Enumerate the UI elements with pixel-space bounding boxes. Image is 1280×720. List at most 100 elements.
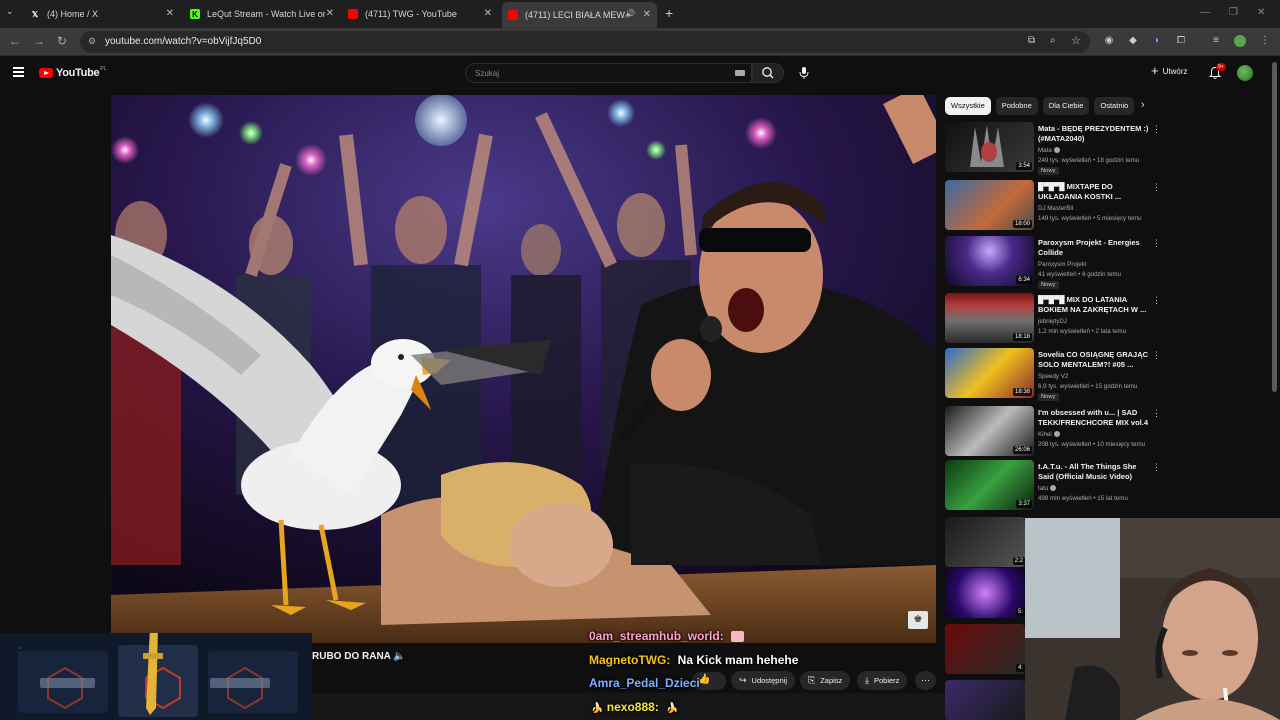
recommendation-item[interactable]: 18:38 Sovelia CO OSIĄGNĘ GRAJĄC SOLO MEN…: [945, 348, 1165, 402]
reload-icon[interactable]: ↻: [57, 34, 67, 48]
close-icon[interactable]: ✕: [484, 8, 492, 19]
chat-username: MagnetoTWG:: [589, 653, 671, 667]
channel-name[interactable]: Speedy V2: [1038, 373, 1068, 380]
share-button[interactable]: ↪ Udostępnij: [731, 671, 795, 690]
tab-kick-stream[interactable]: K LeQut Stream - Watch Live on Kick ✕: [190, 4, 340, 24]
video-title[interactable]: t.A.T.u. - All The Things She Said (Offi…: [1038, 462, 1150, 482]
youtube-logo[interactable]: YouTube PL: [39, 66, 106, 79]
recommendation-item[interactable]: 26:06 I'm obsessed with u... | SAD TEKK/…: [945, 406, 1165, 460]
video-player[interactable]: [111, 95, 936, 643]
page-scrollbar[interactable]: [1272, 62, 1277, 392]
video-title[interactable]: █▀█▀█ MIX DO LATANIA BOKIEM NA ZAKRĘTACH…: [1038, 295, 1150, 315]
search-input[interactable]: [475, 69, 725, 78]
recommendation-item[interactable]: 3:37 t.A.T.u. - All The Things She Said …: [945, 460, 1165, 514]
tab-search-icon[interactable]: ⌄: [6, 6, 14, 17]
chip-related[interactable]: Podobne: [995, 97, 1038, 115]
download-button[interactable]: ⤓ Pobierz: [857, 671, 908, 690]
video-duration: 18:00: [1012, 220, 1032, 228]
video-thumbnail[interactable]: 6:34: [945, 236, 1034, 286]
recommendation-item[interactable]: 2:2: [945, 517, 1025, 571]
channel-name[interactable]: Mata: [1038, 147, 1060, 154]
video-thumbnail[interactable]: 4:: [945, 624, 1025, 674]
save-button[interactable]: ⎘ Zapisz: [800, 671, 851, 690]
recommendation-item[interactable]: 18:18 █▀█▀█ MIX DO LATANIA BOKIEM NA ZAK…: [945, 293, 1165, 347]
hamburger-menu-icon[interactable]: [13, 67, 24, 77]
video-thumbnail[interactable]: 18:38: [945, 348, 1034, 398]
chip-recent[interactable]: Ostatnio: [1094, 97, 1135, 115]
channel-name-text[interactable]: Mata: [1038, 147, 1052, 154]
channel-name[interactable]: DJ MasterBit: [1038, 205, 1073, 212]
video-title[interactable]: Sovelia CO OSIĄGNĘ GRAJĄC SOLO MENTALEM?…: [1038, 350, 1150, 370]
microphone-icon[interactable]: [797, 66, 811, 80]
video-title[interactable]: I'm obsessed with u... | SAD TEKK/FRENCH…: [1038, 408, 1150, 428]
video-thumbnail[interactable]: 3:37: [945, 460, 1034, 510]
new-tab-button[interactable]: +: [665, 5, 673, 21]
maximize-button[interactable]: ❐: [1229, 7, 1238, 18]
video-thumbnail[interactable]: 5:: [945, 568, 1025, 618]
close-icon[interactable]: ✕: [326, 8, 334, 19]
bookmark-star-icon[interactable]: ☆: [1071, 34, 1081, 47]
channel-name[interactable]: Kihel: [1038, 431, 1060, 438]
video-title-text: RUBO DO RANA: [312, 651, 391, 662]
channel-watermark[interactable]: ♚: [908, 611, 928, 629]
video-title[interactable]: Paroxysm Projekt - Energies Collide: [1038, 238, 1150, 258]
recommendation-item[interactable]: 3:54 Mata - BĘDĘ PREZYDENTEM :) (#MATA20…: [945, 122, 1165, 176]
channel-name[interactable]: Paroxysm Projekt: [1038, 261, 1086, 268]
account-avatar[interactable]: [1237, 65, 1253, 81]
extension-icon[interactable]: ◆: [1127, 35, 1139, 47]
video-title[interactable]: Mata - BĘDĘ PREZYDENTEM :) (#MATA2040): [1038, 124, 1150, 144]
chip-for-you[interactable]: Dla Ciebie: [1042, 97, 1090, 115]
kebab-menu-icon[interactable]: ⋮: [1152, 295, 1161, 306]
search-button[interactable]: [752, 63, 784, 83]
youtube-header: YouTube PL + Utwórz 9+: [0, 56, 1280, 92]
site-info-icon[interactable]: ⚙: [88, 36, 96, 47]
chip-all[interactable]: Wszystkie: [945, 97, 991, 115]
url-text[interactable]: youtube.com/watch?v=obVijfJq5D0: [105, 36, 261, 47]
minimize-button[interactable]: —: [1200, 7, 1210, 18]
recommendation-item[interactable]: 6:34 Paroxysm Projekt - Energies Collide…: [945, 236, 1165, 290]
video-thumbnail[interactable]: 18:18: [945, 293, 1034, 343]
kebab-menu-icon[interactable]: ⋮: [1152, 182, 1161, 193]
close-window-button[interactable]: ✕: [1257, 7, 1265, 18]
recommendation-item[interactable]: 4:: [945, 624, 1025, 678]
close-icon[interactable]: ✕: [643, 9, 651, 20]
video-thumbnail[interactable]: 18:00: [945, 180, 1034, 230]
kebab-menu-icon[interactable]: ⋮: [1152, 462, 1161, 473]
extension-icon[interactable]: ◉: [1103, 35, 1115, 47]
kebab-menu-icon[interactable]: ⋮: [1152, 238, 1161, 249]
channel-name[interactable]: tatu: [1038, 485, 1057, 492]
puzzle-icon[interactable]: ⧠: [1175, 35, 1187, 47]
recommendation-item[interactable]: 18:00 █▀█▀█ MIXTAPE DO UKŁADANIA KOSTKI …: [945, 180, 1165, 234]
forward-icon[interactable]: →: [33, 34, 45, 48]
install-app-icon[interactable]: ⧉: [1028, 35, 1035, 46]
create-button[interactable]: + Utwórz: [1151, 64, 1187, 77]
kebab-menu-icon[interactable]: ⋮: [1152, 350, 1161, 361]
more-actions-button[interactable]: ⋯: [915, 671, 936, 690]
omnibox[interactable]: ⚙ youtube.com/watch?v=obVijfJq5D0 ⧉ ⌕ ☆: [80, 31, 1090, 53]
tab-twg-youtube[interactable]: (4711) TWG - YouTube ✕: [348, 4, 498, 24]
channel-name-text[interactable]: tatu: [1038, 485, 1048, 492]
profile-avatar[interactable]: [1234, 35, 1246, 47]
zoom-icon[interactable]: ⌕: [1050, 35, 1056, 46]
search-box[interactable]: [465, 63, 752, 83]
keyboard-icon[interactable]: [735, 70, 745, 76]
kebab-menu-icon[interactable]: ⋮: [1152, 124, 1161, 135]
video-thumbnail[interactable]: [945, 680, 1025, 720]
recommendation-item[interactable]: 5:: [945, 568, 1025, 622]
tab-active-video[interactable]: (4711) LECI BIAŁA MEWA 🔊 ✕: [502, 2, 657, 28]
tab-x-home[interactable]: 𝕏 (4) Home / X ✕: [30, 4, 180, 24]
extension-icon[interactable]: ◗: [1151, 35, 1163, 47]
media-control-icon[interactable]: ≡: [1210, 35, 1222, 47]
kebab-menu-icon[interactable]: ⋮: [1152, 408, 1161, 419]
video-thumbnail[interactable]: 3:54: [945, 122, 1034, 172]
chevron-right-icon[interactable]: ›: [1141, 99, 1145, 111]
video-thumbnail[interactable]: 26:06: [945, 406, 1034, 456]
channel-name-text[interactable]: Kihel: [1038, 431, 1052, 438]
video-title[interactable]: █▀█▀█ MIXTAPE DO UKŁADANIA KOSTKI ...: [1038, 182, 1150, 202]
kebab-menu-icon[interactable]: ⋮: [1259, 35, 1271, 47]
back-icon[interactable]: ←: [9, 34, 21, 48]
close-icon[interactable]: ✕: [166, 8, 174, 19]
channel-name[interactable]: jebniętyDJ: [1038, 318, 1067, 325]
speaker-icon[interactable]: 🔊: [625, 9, 635, 18]
video-thumbnail[interactable]: 2:2: [945, 517, 1025, 567]
